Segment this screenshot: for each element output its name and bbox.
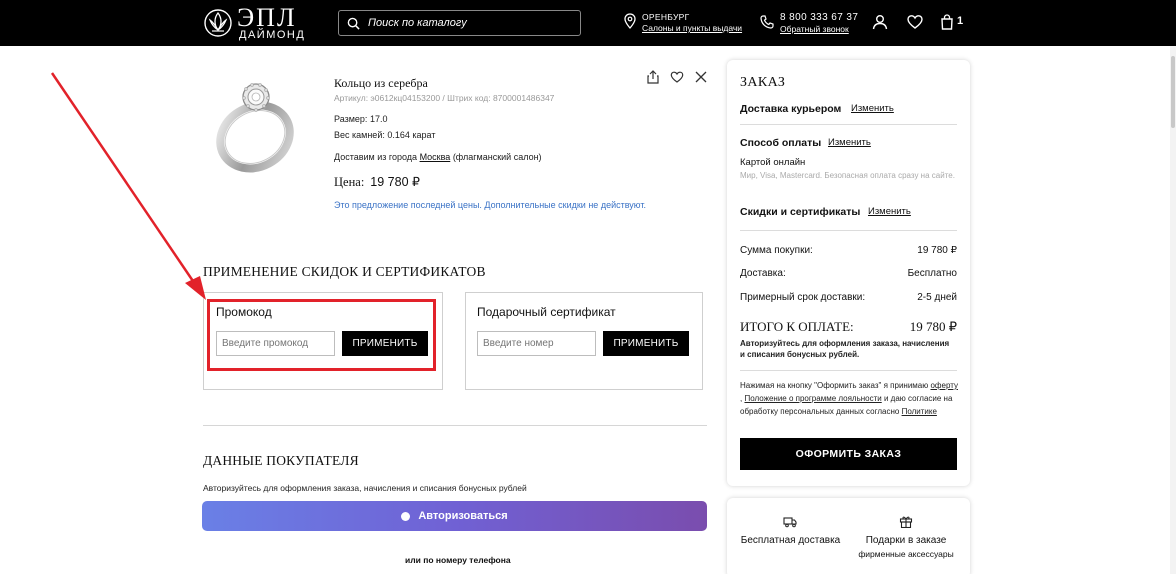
product-price: Цена: 19 780 ₽: [334, 174, 420, 190]
legal-part: Нажимая на кнопку "Оформить заказ" я при…: [740, 381, 929, 390]
heart-icon[interactable]: [670, 70, 684, 84]
heart-icon[interactable]: [907, 14, 923, 30]
gifts-label: Подарки в заказе: [865, 535, 947, 546]
share-icon[interactable]: [646, 70, 660, 84]
ship-city-link[interactable]: Москва: [420, 152, 451, 162]
gift-title: Подарочный сертификат: [477, 305, 616, 319]
total-value: 19 780 ₽: [909, 319, 957, 334]
phone-block[interactable]: 8 800 333 67 37 Обратный звонок: [760, 12, 858, 34]
authorize-button[interactable]: Авторизоваться: [202, 501, 707, 531]
apply-gift-button[interactable]: ПРИМЕНИТЬ: [603, 331, 689, 356]
payment-label: Способ оплаты: [740, 137, 822, 149]
change-payment-link[interactable]: Изменить: [828, 137, 871, 148]
policy-link[interactable]: Политике: [902, 407, 937, 416]
user-icon[interactable]: [872, 14, 888, 30]
annotation-arrow: [50, 72, 206, 300]
summary-value: 2-5 дней: [917, 292, 957, 303]
city-selector[interactable]: ОРЕНБУРГ Салоны и пункты выдачи: [624, 12, 742, 33]
price-value: 19 780 ₽: [370, 175, 420, 189]
summary-row: Примерный срок доставки: 2-5 дней: [740, 292, 957, 303]
order-title: ЗАКАЗ: [740, 75, 786, 90]
change-delivery-link[interactable]: Изменить: [851, 103, 894, 114]
location-pin-icon: [624, 13, 636, 29]
product-title[interactable]: Кольцо из серебра: [334, 76, 428, 91]
free-delivery-label: Бесплатная доставка: [740, 535, 841, 546]
ship-prefix: Доставим из города: [334, 152, 418, 162]
cart-icon[interactable]: [939, 14, 955, 30]
section-divider: [203, 425, 707, 426]
gifts-sublabel: фирменные аксессуары: [858, 549, 954, 559]
gift-icon: [899, 516, 913, 528]
highlight-frame: [207, 299, 436, 371]
lotus-logo-icon: [204, 9, 232, 37]
search-input[interactable]: Поиск по каталогу: [338, 10, 581, 36]
size-label: Размер:: [334, 114, 368, 124]
or-phone-label: или по номеру телефона: [405, 555, 511, 565]
search-placeholder: Поиск по каталогу: [368, 17, 467, 29]
authorize-label: Авторизоваться: [418, 510, 508, 522]
buyer-title: ДАННЫЕ ПОКУПАТЕЛЯ: [203, 453, 359, 468]
product-shipping: Доставим из города Москва (флагманский с…: [334, 152, 542, 162]
order-discounts-label: Скидки и сертификаты: [740, 206, 861, 218]
summary-label: Сумма покупки:: [740, 245, 813, 256]
logo[interactable]: ЭПЛ ДАЙМОНД: [203, 5, 305, 41]
price-label: Цена:: [334, 175, 365, 189]
site-header: ЭПЛ ДАЙМОНД Поиск по каталогу ОРЕНБУРГ С…: [0, 0, 1176, 46]
summary-label: Примерный срок доставки:: [740, 292, 866, 303]
legal-part: ,: [740, 393, 743, 403]
total-label: ИТОГО К ОПЛАТЕ:: [740, 319, 854, 334]
stones-value: 0.164 карат: [387, 130, 436, 140]
product-image: [216, 83, 294, 173]
scrollbar-thumb[interactable]: [1171, 56, 1175, 128]
phone-icon: [760, 15, 774, 29]
summary-row: Доставка: Бесплатно: [740, 268, 957, 279]
product-stones: Вес камней: 0.164 карат: [334, 130, 435, 140]
stones-label: Вес камней:: [334, 130, 385, 140]
price-note: Это предложение последней цены. Дополнит…: [334, 200, 646, 210]
order-divider: [740, 370, 957, 371]
city-name: ОРЕНБУРГ: [642, 12, 690, 22]
loyalty-link[interactable]: Положение о программе лояльности: [744, 394, 881, 403]
summary-label: Доставка:: [740, 268, 786, 279]
summary-value: 19 780 ₽: [917, 245, 957, 256]
payment-note: Мир, Visa, Mastercard. Безопасная оплата…: [740, 171, 955, 180]
product-size: Размер: 17.0: [334, 114, 387, 124]
buyer-auth-note: Авторизуйтесь для оформления заказа, нач…: [203, 483, 527, 493]
delivery-label: Доставка курьером: [740, 103, 842, 115]
submit-order-button[interactable]: ОФОРМИТЬ ЗАКАЗ: [740, 438, 957, 470]
legal-text: Нажимая на кнопку "Оформить заказ" я при…: [740, 380, 958, 418]
change-discounts-link[interactable]: Изменить: [868, 206, 911, 217]
size-value: 17.0: [369, 114, 388, 124]
order-auth-note: Авторизуйтесь для оформления заказа, нач…: [740, 339, 950, 360]
logo-main-text: ЭПЛ: [237, 3, 297, 32]
callback-link[interactable]: Обратный звонок: [780, 24, 858, 34]
summary-value: Бесплатно: [907, 268, 957, 279]
logo-sub-text: ДАЙМОНД: [239, 29, 306, 41]
phone-number[interactable]: 8 800 333 67 37: [780, 12, 858, 23]
ship-suffix: (флагманский салон): [452, 152, 542, 162]
search-icon: [347, 17, 360, 30]
authorize-dot-icon: [401, 511, 411, 521]
product-article: Артикул: э0612кц04153200 / Штрих код: 87…: [334, 93, 555, 103]
offer-link[interactable]: оферту: [930, 381, 958, 390]
order-divider: [740, 124, 957, 125]
truck-icon: [783, 517, 797, 528]
discounts-title: ПРИМЕНЕНИЕ СКИДОК И СЕРТИФИКАТОВ: [203, 264, 486, 279]
cart-count-badge: 1: [957, 15, 964, 27]
order-total: ИТОГО К ОПЛАТЕ: 19 780 ₽: [740, 319, 957, 335]
summary-row: Сумма покупки: 19 780 ₽: [740, 245, 957, 256]
order-divider: [740, 230, 957, 231]
gift-input[interactable]: [477, 331, 596, 356]
stores-link[interactable]: Салоны и пункты выдачи: [642, 23, 742, 33]
close-icon[interactable]: [694, 70, 708, 84]
payment-value: Картой онлайн: [740, 157, 806, 168]
